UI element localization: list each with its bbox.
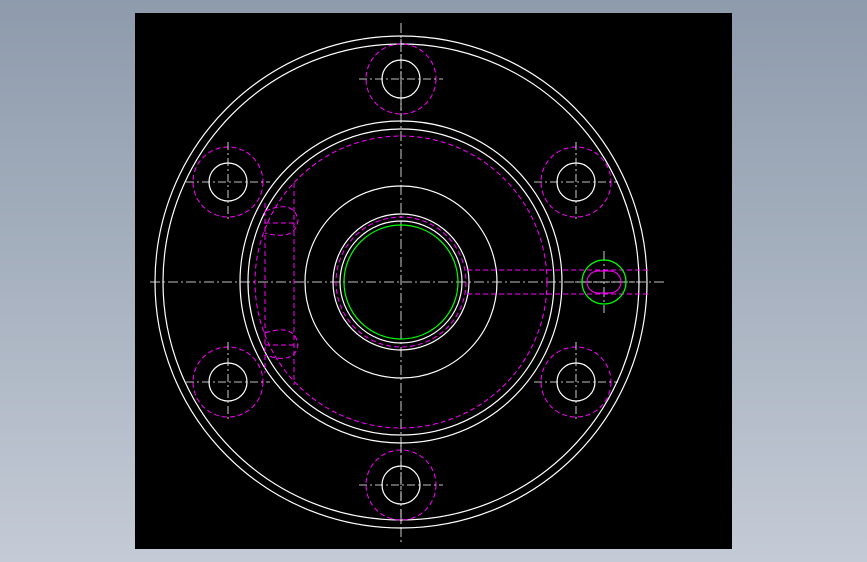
bolt-hole-bottom [359, 445, 443, 525]
hidden-upper-pocket [264, 206, 299, 236]
cad-viewport[interactable] [135, 13, 732, 549]
flange-drawing [150, 23, 665, 545]
bolt-hole-lower-right [534, 342, 618, 422]
hidden-lower-pocket [264, 329, 299, 359]
bolt-hole-upper-right [534, 142, 618, 222]
bolt-hole-top [359, 39, 443, 119]
